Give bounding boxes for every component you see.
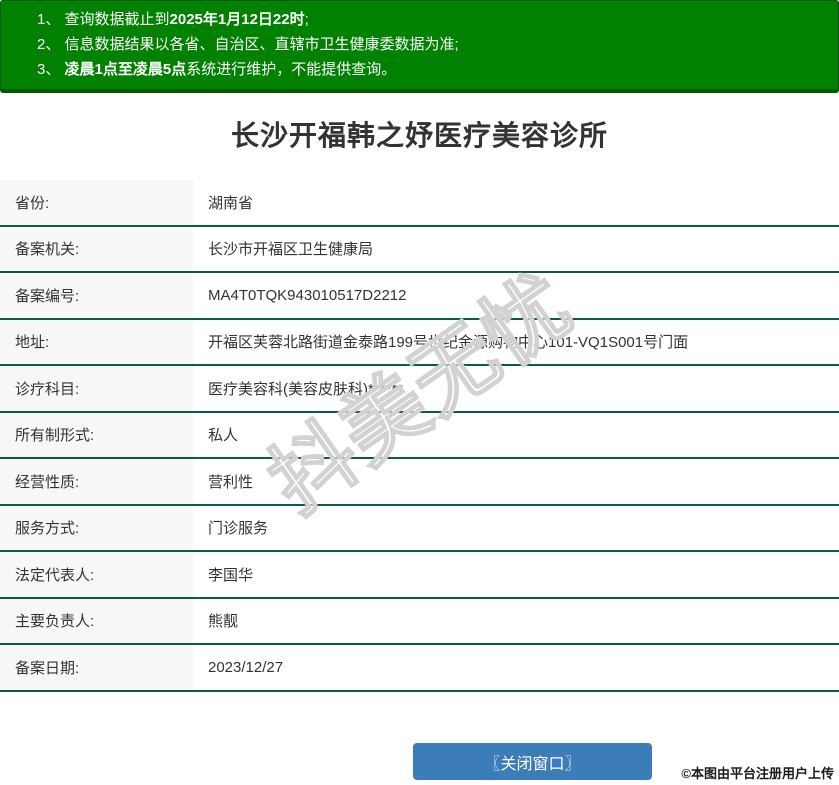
row-value: 李国华 [193, 552, 839, 597]
table-row-province: 省份: 湖南省 [0, 180, 839, 227]
row-label: 服务方式: [0, 505, 193, 550]
table-row-address: 地址: 开福区芙蓉北路街道金泰路199号世纪金源购物中心101-VQ1S001号… [0, 319, 839, 366]
row-label: 经营性质: [0, 459, 193, 504]
notice-text-bold: 2025年1月12日22时 [169, 11, 305, 28]
notice-text: ; [304, 11, 309, 28]
close-window-button[interactable]: 〖关闭窗口〗 [413, 743, 652, 780]
table-row-main-person-in-charge: 主要负责人: 熊靓 [0, 598, 839, 645]
notice-text: 查询数据截止到 [64, 11, 170, 28]
table-row-business-nature: 经营性质: 营利性 [0, 459, 839, 506]
notice-text: 信息数据结果以各省、自治区、直辖市卫生健康委数据为准; [64, 36, 459, 53]
row-value: 长沙市开福区卫生健康局 [193, 226, 839, 271]
row-label: 省份: [0, 180, 193, 225]
row-label: 诊疗科目: [0, 366, 193, 411]
row-value: 营利性 [193, 459, 839, 504]
row-label: 备案机关: [0, 226, 193, 271]
record-info-table: 省份: 湖南省 备案机关: 长沙市开福区卫生健康局 备案编号: MA4T0TQK… [0, 180, 839, 692]
notice-number: 3、 [37, 61, 65, 78]
table-row-filing-number: 备案编号: MA4T0TQK943010517D2212 [0, 273, 839, 320]
row-value: 2023/12/27 [193, 645, 839, 690]
row-value: 熊靓 [193, 598, 839, 643]
table-row-filing-date: 备案日期: 2023/12/27 [0, 645, 839, 692]
row-value: 湖南省 [193, 180, 839, 225]
notice-text: 系统进行维护，不能提供查询。 [186, 61, 397, 78]
notice-item-1: 1、 查询数据截止到2025年1月12日22时; [37, 7, 828, 32]
table-row-treatment-subjects: 诊疗科目: 医疗美容科(美容皮肤科)****** [0, 366, 839, 413]
row-value: MA4T0TQK943010517D2212 [193, 273, 839, 318]
row-value: 医疗美容科(美容皮肤科)****** [193, 366, 839, 411]
row-value: 私人 [193, 412, 839, 457]
notice-item-2: 2、 信息数据结果以各省、自治区、直辖市卫生健康委数据为准; [37, 32, 828, 57]
table-row-filing-authority: 备案机关: 长沙市开福区卫生健康局 [0, 226, 839, 273]
row-label: 所有制形式: [0, 412, 193, 457]
notice-text-bold: 凌晨1点至凌晨5点 [64, 61, 187, 78]
page-title: 长沙开福韩之妤医疗美容诊所 [230, 120, 608, 151]
row-label: 地址: [0, 319, 193, 364]
row-label: 备案日期: [0, 645, 193, 690]
table-row-service-mode: 服务方式: 门诊服务 [0, 505, 839, 552]
table-row-ownership-form: 所有制形式: 私人 [0, 412, 839, 459]
notice-number: 2、 [37, 36, 65, 53]
row-label: 备案编号: [0, 273, 193, 318]
notice-banner: 1、 查询数据截止到2025年1月12日22时; 2、 信息数据结果以各省、自治… [0, 0, 839, 93]
row-value: 开福区芙蓉北路街道金泰路199号世纪金源购物中心101-VQ1S001号门面 [193, 319, 839, 364]
notice-number: 1、 [37, 11, 65, 28]
row-value: 门诊服务 [193, 505, 839, 550]
table-row-legal-representative: 法定代表人: 李国华 [0, 552, 839, 599]
row-label: 主要负责人: [0, 598, 193, 643]
row-label: 法定代表人: [0, 552, 193, 597]
notice-item-3: 3、 凌晨1点至凌晨5点系统进行维护，不能提供查询。 [37, 57, 828, 82]
upload-copyright-note: ©本图由平台注册用户上传 [681, 766, 834, 781]
